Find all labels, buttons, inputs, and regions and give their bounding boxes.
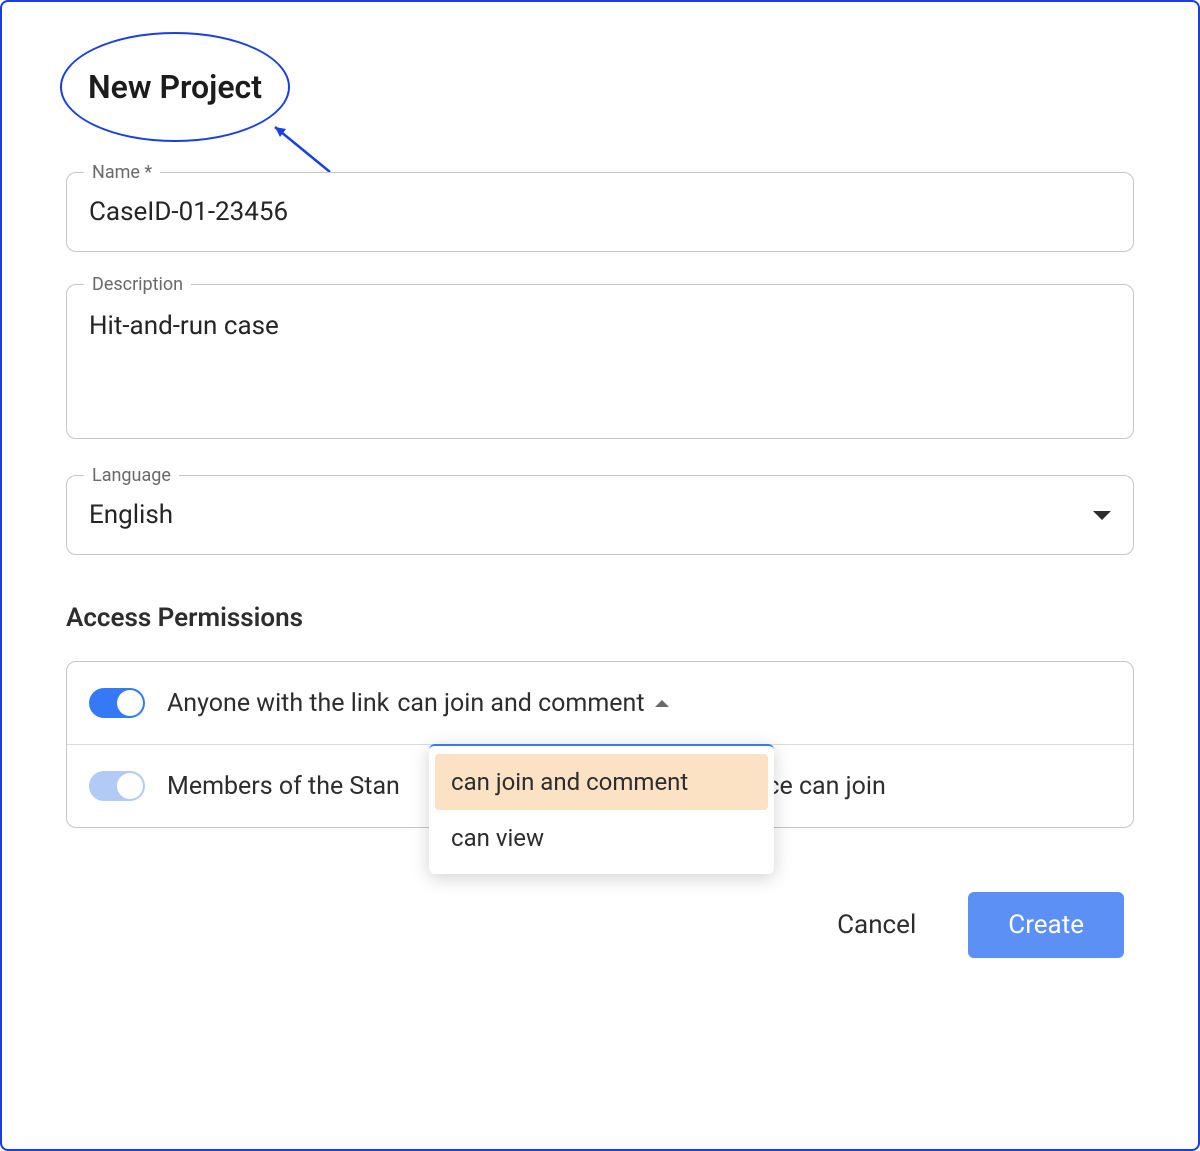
chevron-down-icon [1093, 511, 1111, 520]
create-button[interactable]: Create [968, 892, 1124, 958]
access-permissions-title: Access Permissions [66, 603, 1134, 633]
dialog-container: New Project Name * Description Language … [0, 0, 1200, 1151]
member-access-prefix: Members of the Stan [167, 772, 400, 801]
link-access-row: Anyone with the link can join and commen… [67, 662, 1133, 745]
title-annotation-circle: New Project [60, 32, 290, 142]
option-can-view[interactable]: can view [435, 810, 768, 866]
cancel-button[interactable]: Cancel [817, 896, 936, 954]
language-value: English [89, 500, 173, 530]
dialog-header: New Project [20, 32, 1180, 172]
language-field-group: Language English [66, 475, 1134, 555]
form-area: Name * Description Language English Acce… [20, 172, 1180, 958]
name-field-group: Name * [66, 172, 1134, 252]
language-select[interactable]: English [66, 475, 1134, 555]
toggle-knob [117, 690, 143, 716]
dialog-title: New Project [88, 68, 262, 106]
toggle-knob [117, 773, 143, 799]
chevron-up-icon [655, 700, 669, 707]
description-label: Description [84, 274, 191, 295]
description-input[interactable] [66, 284, 1134, 439]
name-input[interactable] [66, 172, 1134, 252]
link-access-text: Anyone with the link can join and commen… [167, 689, 669, 718]
link-access-options-popup: can join and comment can view [429, 744, 774, 874]
description-field-group: Description [66, 284, 1134, 443]
language-label: Language [84, 465, 179, 486]
link-access-dropdown[interactable]: can join and comment [397, 689, 668, 718]
link-access-prefix: Anyone with the link [167, 689, 389, 718]
arrow-annotation-icon [270, 117, 340, 177]
permissions-box: Anyone with the link can join and commen… [66, 661, 1134, 828]
link-access-selected: can join and comment [397, 689, 644, 718]
footer-buttons: Cancel Create [66, 892, 1134, 958]
name-label: Name * [84, 162, 160, 183]
option-can-join-and-comment[interactable]: can join and comment [435, 754, 768, 810]
member-access-toggle[interactable] [89, 771, 145, 801]
link-access-toggle[interactable] [89, 688, 145, 718]
